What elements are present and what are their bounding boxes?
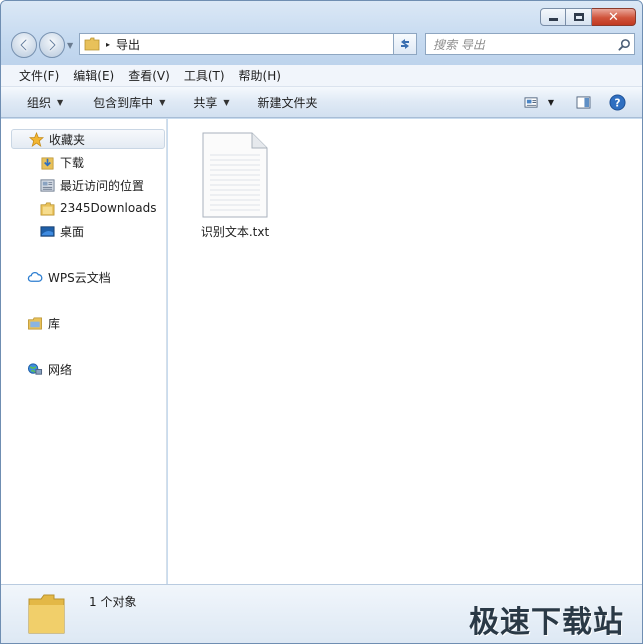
sidebar-item-libraries[interactable]: 库 — [27, 313, 60, 333]
explorer-window: ✕ ▼ ▸ 导出 ▼ 搜索 导出 文件(F) 编辑(E) 查看(V) 工具(T) — [0, 0, 643, 644]
sidebar-item-downloads[interactable]: 下载 — [39, 152, 84, 172]
star-icon — [28, 131, 44, 147]
search-input[interactable]: 搜索 导出 — [433, 36, 614, 53]
sidebar-item-label: 网络 — [48, 362, 73, 377]
text-file-icon — [202, 132, 268, 218]
cloud-icon — [27, 269, 43, 285]
preview-pane-button[interactable] — [570, 91, 596, 113]
navigation-pane: 收藏夹 下载 最近访问的位置 2345Downloads 桌面 WPS云文档 库… — [1, 119, 167, 584]
include-in-library-button[interactable]: 包含到库中 ▼ — [85, 90, 173, 114]
menu-tools[interactable]: 工具(T) — [177, 65, 232, 87]
breadcrumb-separator[interactable]: ▸ — [106, 40, 110, 49]
title-bar: ✕ ▼ ▸ 导出 ▼ 搜索 导出 — [1, 1, 642, 65]
help-button[interactable]: ? — [604, 91, 630, 113]
svg-text:?: ? — [614, 97, 620, 109]
sidebar-item-recent-places[interactable]: 最近访问的位置 — [39, 175, 144, 195]
sidebar-item-label: 收藏夹 — [49, 132, 86, 147]
folder-icon — [39, 200, 55, 216]
sidebar-item-label: 2345Downloads — [60, 201, 157, 215]
command-bar: 组织 ▼ 包含到库中 ▼ 共享 ▼ 新建文件夹 ▼ ? — [1, 87, 642, 118]
file-list[interactable]: 识别文本.txt — [168, 119, 642, 584]
minimize-button[interactable] — [540, 8, 566, 26]
view-icon — [524, 96, 538, 108]
library-icon — [27, 315, 43, 331]
include-in-library-label: 包含到库中 — [93, 95, 154, 110]
sidebar-item-wps-cloud[interactable]: WPS云文档 — [27, 267, 111, 287]
object-count: 1 个对象 — [89, 595, 137, 609]
chevron-down-icon: ▼ — [159, 97, 166, 107]
sidebar-item-label: 库 — [48, 316, 61, 331]
chevron-down-icon: ▼ — [547, 97, 555, 107]
minimize-icon — [548, 18, 558, 21]
download-folder-icon — [39, 154, 55, 170]
chevron-down-icon: ▼ — [223, 97, 230, 107]
sidebar-item-favorites[interactable]: 收藏夹 — [11, 129, 165, 149]
forward-button[interactable] — [39, 32, 65, 58]
back-button[interactable] — [11, 32, 37, 58]
view-controls: ▼ ? — [514, 91, 630, 113]
sidebar-item-label: 下载 — [60, 155, 85, 170]
sidebar-item-desktop[interactable]: 桌面 — [39, 221, 84, 241]
network-icon — [27, 361, 43, 377]
share-label: 共享 — [193, 95, 218, 110]
share-button[interactable]: 共享 ▼ — [185, 90, 237, 114]
sidebar-item-network[interactable]: 网络 — [27, 359, 72, 379]
sidebar-item-label: 最近访问的位置 — [60, 178, 145, 193]
chevron-down-icon: ▼ — [57, 97, 64, 107]
menu-bar: 文件(F) 编辑(E) 查看(V) 工具(T) 帮助(H) — [1, 65, 642, 87]
address-bar[interactable]: ▸ 导出 ▼ — [79, 33, 417, 55]
search-box[interactable]: 搜索 导出 — [425, 33, 635, 55]
menu-help[interactable]: 帮助(H) — [232, 65, 288, 87]
file-name[interactable]: 识别文本.txt — [200, 223, 270, 240]
sidebar-item-label: WPS云文档 — [48, 270, 111, 285]
details-pane: 1 个对象 极速下载站 — [1, 584, 642, 643]
maximize-button[interactable] — [566, 8, 592, 26]
back-arrow-icon — [19, 38, 28, 52]
recent-pages-dropdown[interactable]: ▼ — [67, 41, 73, 50]
folder-icon — [28, 594, 65, 634]
window-controls: ✕ — [540, 8, 636, 26]
maximize-icon — [573, 13, 584, 21]
menu-edit[interactable]: 编辑(E) — [66, 65, 121, 87]
menu-view[interactable]: 查看(V) — [121, 65, 177, 87]
close-icon: ✕ — [608, 9, 619, 25]
refresh-icon — [401, 39, 409, 49]
desktop-icon — [39, 223, 55, 239]
organize-button[interactable]: 组织 ▼ — [19, 90, 71, 114]
preview-pane-icon — [576, 95, 590, 109]
close-button[interactable]: ✕ — [592, 8, 636, 26]
view-options-dropdown[interactable]: ▼ — [544, 91, 558, 113]
breadcrumb-current[interactable]: 导出 — [116, 36, 398, 53]
new-folder-button[interactable]: 新建文件夹 — [250, 90, 326, 114]
forward-arrow-icon — [48, 38, 57, 52]
new-folder-label: 新建文件夹 — [257, 95, 318, 110]
watermark-logo: 极速下载站 — [469, 605, 624, 640]
organize-label: 组织 — [27, 95, 52, 110]
change-view-button[interactable] — [518, 91, 544, 113]
file-item[interactable]: 识别文本.txt — [200, 131, 270, 240]
folder-icon — [84, 37, 100, 51]
refresh-button[interactable] — [393, 33, 417, 55]
recent-places-icon — [39, 177, 55, 193]
sidebar-item-2345downloads[interactable]: 2345Downloads — [39, 198, 156, 218]
sidebar-item-label: 桌面 — [60, 224, 85, 239]
search-icon[interactable] — [614, 38, 634, 51]
menu-file[interactable]: 文件(F) — [12, 65, 66, 87]
help-icon: ? — [608, 93, 626, 111]
